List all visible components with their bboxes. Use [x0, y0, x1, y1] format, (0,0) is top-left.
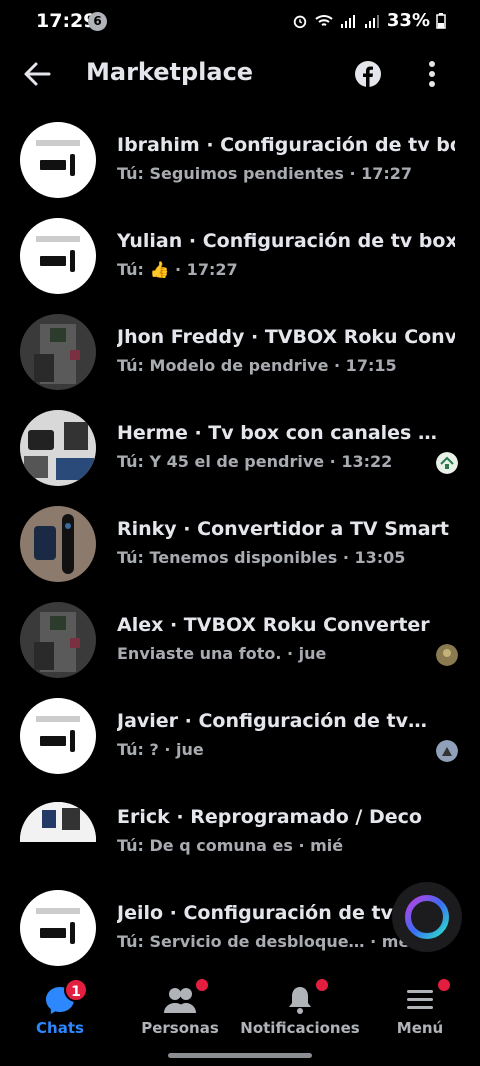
- conversation-title: Jhon Freddy · TVBOX Roku Conv…: [117, 326, 455, 348]
- home-indicator[interactable]: [168, 1053, 312, 1058]
- avatar: [20, 802, 96, 842]
- conversation-preview: Tú: Tenemos disponibles · 13:05: [117, 548, 406, 567]
- conversation-preview: Tú: De q comuna es · mié: [117, 836, 344, 855]
- conversation-title: Erick · Reprogramado / Deco: [117, 806, 422, 828]
- people-notification-dot: [196, 979, 208, 991]
- menu-notification-dot: [438, 979, 450, 991]
- conversation-preview: Tú: Servicio de desbloque… · mé: [117, 932, 410, 951]
- preview-prefix: Tú:: [117, 260, 144, 279]
- assistant-ring-icon: [405, 895, 449, 939]
- conversation-item[interactable]: Rinky · Convertidor a TV Smart … Tú: Ten…: [0, 494, 480, 590]
- battery-percentage: 33%: [386, 10, 430, 31]
- signal-icon: [340, 14, 355, 28]
- notifications-dot: [316, 979, 328, 991]
- avatar: [20, 122, 96, 198]
- tab-label: Menú: [396, 1019, 444, 1037]
- conversation-preview: Enviaste una foto. · jue: [117, 644, 327, 663]
- conversation-item[interactable]: Erick · Reprogramado / Deco Tú: De q com…: [0, 782, 480, 878]
- conversation-title: Yulian · Configuración de tv box: [117, 230, 455, 252]
- hamburger-menu-icon: [407, 990, 433, 1009]
- signal-icon-2: [364, 14, 379, 28]
- thumbs-up-emoji: 👍: [149, 260, 170, 279]
- conversation-item[interactable]: Ibrahim · Configuración de tv box Tú: Se…: [0, 110, 480, 206]
- assistant-floating-button[interactable]: [392, 882, 462, 952]
- avatar: [20, 698, 96, 774]
- conversation-preview: Tú: ? · jue: [117, 740, 204, 759]
- conversation-preview: Tú: Seguimos pendientes · 17:27: [117, 164, 413, 183]
- tab-notifications[interactable]: Notificaciones: [240, 975, 360, 1045]
- conversation-title: Alex · TVBOX Roku Converter: [117, 614, 430, 636]
- notification-count-badge: 6: [88, 12, 107, 31]
- conversation-item[interactable]: Yulian · Configuración de tv box Tú: 👍 ·…: [0, 206, 480, 302]
- read-receipt-avatar: [436, 644, 458, 666]
- conversation-preview: Tú: Modelo de pendrive · 17:15: [117, 356, 397, 375]
- bell-icon: [289, 987, 311, 1014]
- alarm-icon: [293, 15, 307, 28]
- read-receipt-avatar: [436, 452, 458, 474]
- facebook-icon[interactable]: [354, 60, 382, 88]
- conversation-item[interactable]: Herme · Tv box con canales … Tú: Y 45 el…: [0, 398, 480, 494]
- conversation-title: Javier · Configuración de tv…: [117, 710, 427, 732]
- wifi-icon: [315, 14, 333, 26]
- people-icon: [164, 988, 196, 1013]
- conversation-title: Ibrahim · Configuración de tv box: [117, 134, 455, 156]
- tab-menu[interactable]: Menú: [360, 975, 480, 1045]
- bottom-navigation: 1 Chats Personas Notificaciones Menú: [0, 975, 480, 1045]
- conversation-title: Herme · Tv box con canales …: [117, 422, 437, 444]
- chats-unread-badge: 1: [64, 978, 88, 1002]
- page-title: Marketplace: [86, 58, 254, 86]
- status-icons: 33%: [291, 10, 446, 31]
- conversation-title: Rinky · Convertidor a TV Smart …: [117, 518, 455, 540]
- tab-label: Chats: [36, 1019, 84, 1037]
- battery-icon: [436, 12, 446, 29]
- avatar: [20, 506, 96, 582]
- tab-label: Personas: [141, 1019, 219, 1037]
- avatar: [20, 890, 96, 966]
- more-vertical-icon[interactable]: [424, 58, 440, 90]
- conversation-preview: Tú: 👍 · 17:27: [117, 260, 437, 279]
- conversation-preview: Tú: Y 45 el de pendrive · 13:22: [117, 452, 393, 471]
- conversation-item[interactable]: Jhon Freddy · TVBOX Roku Conv… Tú: Model…: [0, 302, 480, 398]
- conversation-item[interactable]: Javier · Configuración de tv… Tú: ? · ju…: [0, 686, 480, 782]
- tab-people[interactable]: Personas: [120, 975, 240, 1045]
- tab-chats[interactable]: 1 Chats: [0, 975, 120, 1045]
- app-header: Marketplace: [0, 44, 480, 104]
- conversation-item[interactable]: Alex · TVBOX Roku Converter Enviaste una…: [0, 590, 480, 686]
- preview-time: · 17:27: [175, 260, 238, 279]
- conversation-list[interactable]: Ibrahim · Configuración de tv box Tú: Se…: [0, 110, 480, 970]
- avatar: [20, 218, 96, 294]
- avatar: [20, 602, 96, 678]
- avatar: [20, 314, 96, 390]
- tab-label: Notificaciones: [240, 1019, 360, 1037]
- read-receipt-avatar: [436, 740, 458, 762]
- avatar: [20, 410, 96, 486]
- status-bar: 17:29 6 33%: [0, 0, 480, 44]
- back-arrow-icon[interactable]: [22, 60, 52, 88]
